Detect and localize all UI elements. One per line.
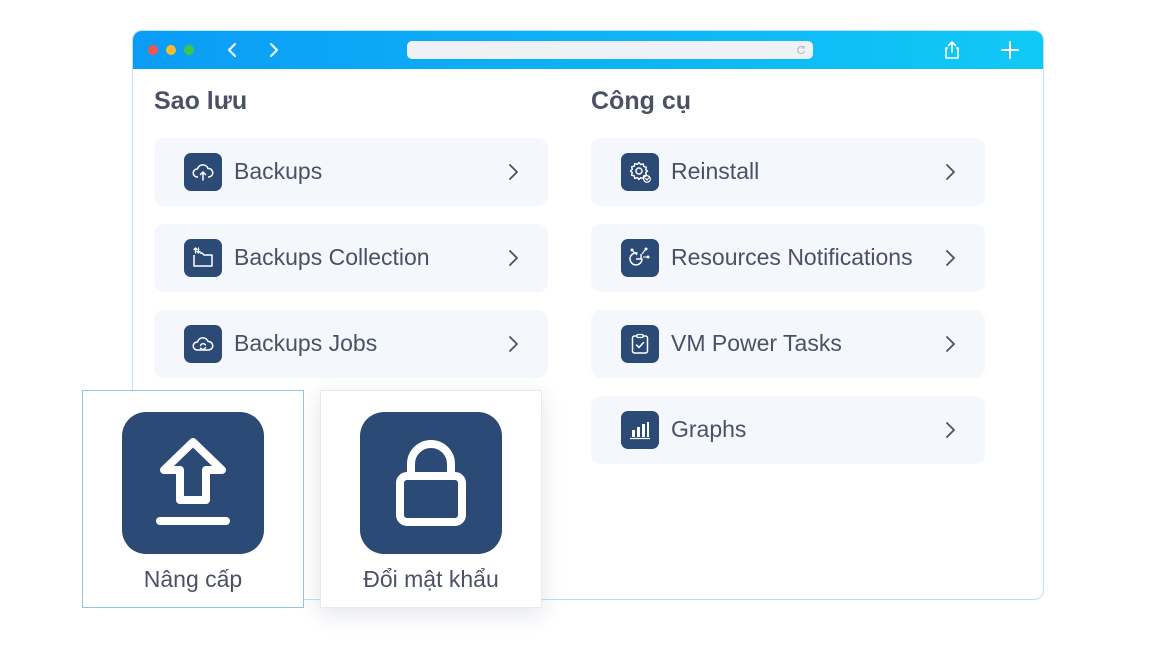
- menu-item-label: Resources Notifications: [671, 244, 913, 270]
- chevron-right-icon: [946, 250, 955, 266]
- chevron-right-icon: [509, 250, 518, 266]
- reload-icon[interactable]: [795, 44, 807, 56]
- chevron-right-icon[interactable]: [263, 40, 283, 60]
- menu-item-label: VM Power Tasks: [671, 330, 842, 356]
- close-window-button[interactable]: [148, 45, 158, 55]
- menu-item-backups-jobs[interactable]: Backups Jobs: [154, 310, 548, 378]
- clipboard-check-icon: [621, 325, 659, 363]
- browser-titlebar: [133, 31, 1043, 69]
- menu-item-label: Reinstall: [671, 158, 760, 184]
- minimize-window-button[interactable]: [166, 45, 176, 55]
- menu-item-backups-collection[interactable]: Backups Collection: [154, 224, 548, 292]
- address-bar[interactable]: [407, 41, 813, 59]
- menu-item-label: Graphs: [671, 416, 747, 442]
- upgrade-card[interactable]: Nâng cấp: [82, 390, 304, 608]
- menu-item-reinstall[interactable]: Reinstall: [591, 138, 985, 206]
- menu-item-label: Backups Collection: [234, 244, 430, 270]
- change-password-card[interactable]: Đổi mật khẩu: [320, 390, 542, 608]
- cloud-sync-icon: [184, 325, 222, 363]
- menu-item-graphs[interactable]: Graphs: [591, 396, 985, 464]
- cloud-upload-icon: [184, 153, 222, 191]
- plus-icon[interactable]: [999, 39, 1021, 61]
- maximize-window-button[interactable]: [184, 45, 194, 55]
- backup-section-title: Sao lưu: [154, 87, 248, 115]
- bar-chart-icon: [621, 411, 659, 449]
- upload-icon: [122, 412, 264, 554]
- menu-item-label: Backups Jobs: [234, 330, 378, 356]
- share-icon[interactable]: [941, 39, 963, 61]
- lock-icon: [360, 412, 502, 554]
- chevron-right-icon: [946, 422, 955, 438]
- change-password-label: Đổi mật khẩu: [363, 566, 499, 592]
- resources-icon: [621, 239, 659, 277]
- chevron-right-icon: [946, 336, 955, 352]
- tools-section-title: Công cụ: [591, 87, 691, 115]
- menu-item-vm-power-tasks[interactable]: VM Power Tasks: [591, 310, 985, 378]
- upgrade-label: Nâng cấp: [143, 566, 243, 592]
- chevron-left-icon[interactable]: [223, 40, 243, 60]
- menu-item-resources-notifications[interactable]: Resources Notifications: [591, 224, 985, 292]
- menu-item-label: Backups: [234, 158, 323, 184]
- chevron-right-icon: [946, 164, 955, 180]
- folder-transfer-icon: [184, 239, 222, 277]
- menu-item-backups[interactable]: Backups: [154, 138, 548, 206]
- chevron-right-icon: [509, 164, 518, 180]
- gear-icon: [621, 153, 659, 191]
- chevron-right-icon: [509, 336, 518, 352]
